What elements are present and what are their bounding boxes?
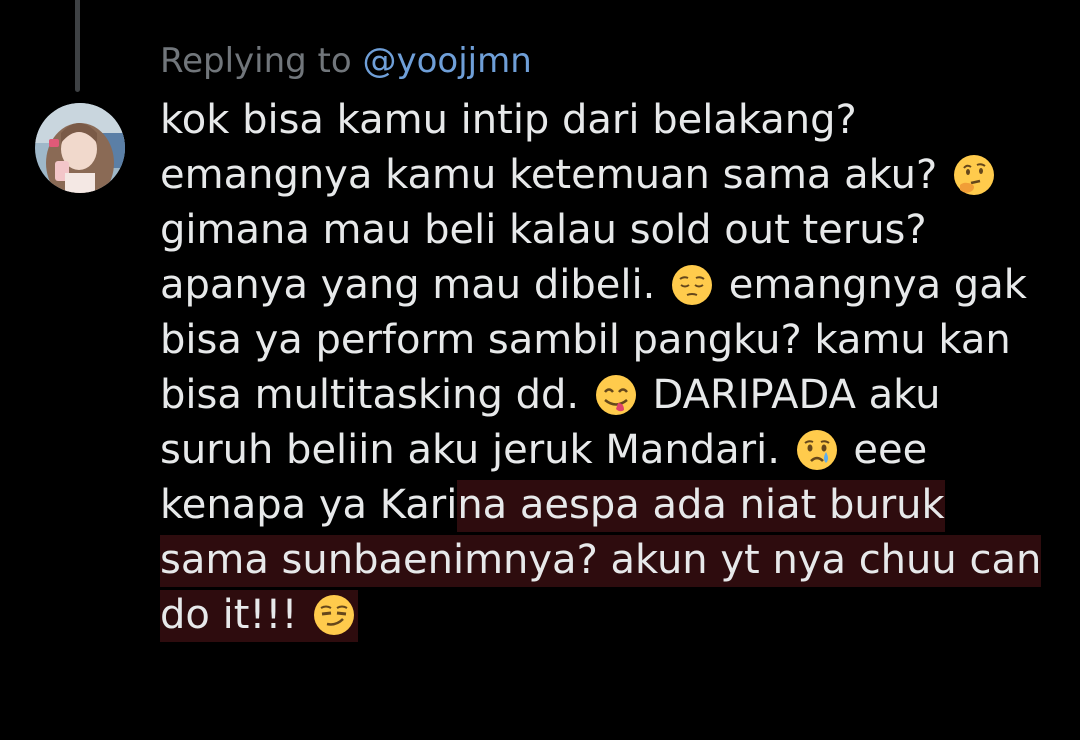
tweet-line: sama sunbaenimnya? akun yt nya chuu can xyxy=(160,533,1070,588)
tweet-line: kenapa ya Karina aespa ada niat buruk xyxy=(160,478,1070,533)
tweet-line: do it!!! xyxy=(160,588,1070,643)
highlighted-text: na aespa ada niat buruk xyxy=(457,480,945,532)
tweet-line-text: kenapa ya Kari xyxy=(160,482,458,528)
tweet-line: kok bisa kamu intip dari belakang? xyxy=(160,93,1070,148)
yum-face-icon xyxy=(594,373,638,417)
tweet-line-text: do it!!! xyxy=(160,592,311,638)
tweet-line: bisa multitasking dd. DARIPADA aku xyxy=(160,368,1070,423)
avatar-image xyxy=(35,103,125,193)
tweet-line: gimana mau beli kalau sold out terus? xyxy=(160,203,1070,258)
tweet-line-text: emangnya kamu ketemuan sama aku? xyxy=(160,152,950,198)
replying-to: Replying to @yoojjmn xyxy=(160,38,532,84)
thread-connector-line xyxy=(75,0,80,92)
tweet-text: kok bisa kamu intip dari belakang? emang… xyxy=(160,93,1070,643)
replying-to-label: Replying to xyxy=(160,41,363,81)
tweet-line-text: suruh beliin aku jeruk Mandari. xyxy=(160,427,793,473)
highlighted-text: do it!!! xyxy=(160,590,359,642)
tweet-line-text: apanya yang mau dibeli. xyxy=(160,262,669,308)
tweet-line-text: DARIPADA aku xyxy=(639,372,941,418)
tweet-line-text: bisa ya perform sambil pangku? kamu kan xyxy=(160,317,1011,363)
tweet-line: apanya yang mau dibeli. emangnya gak xyxy=(160,258,1070,313)
tweet-line-text: gimana mau beli kalau sold out terus? xyxy=(160,207,927,253)
thinking-face-icon xyxy=(952,153,996,197)
tweet-line-text: kok bisa kamu intip dari belakang? xyxy=(160,97,857,143)
tweet-line: suruh beliin aku jeruk Mandari. eee xyxy=(160,423,1070,478)
highlighted-text: sama sunbaenimnya? akun yt nya chuu can xyxy=(160,535,1042,587)
tweet-line: bisa ya perform sambil pangku? kamu kan xyxy=(160,313,1070,368)
crying-face-icon xyxy=(795,428,839,472)
tweet-line-text: bisa multitasking dd. xyxy=(160,372,592,418)
smirking-face-icon xyxy=(312,593,356,637)
tweet-line-text: emangnya gak xyxy=(716,262,1027,308)
avatar[interactable] xyxy=(35,103,125,193)
tweet-line: emangnya kamu ketemuan sama aku? xyxy=(160,148,1070,203)
tweet-line-text: eee xyxy=(840,427,928,473)
pensive-face-icon xyxy=(670,263,714,307)
reply-handle-link[interactable]: @yoojjmn xyxy=(363,41,532,81)
